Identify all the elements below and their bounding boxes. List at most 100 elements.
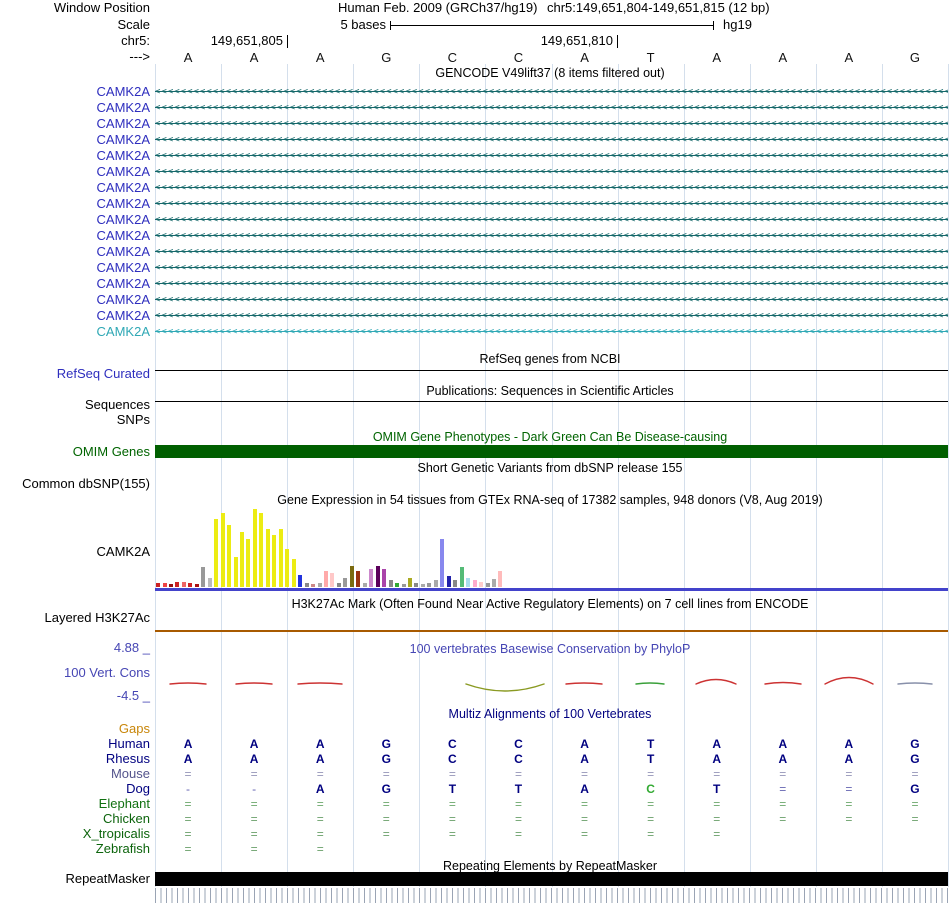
gtex-tissue-bar xyxy=(278,529,283,587)
alignment-cell: T xyxy=(646,737,655,751)
alignment-cell: = xyxy=(448,767,456,781)
gene-label[interactable]: CAMK2A xyxy=(0,85,150,99)
transcript-arrow-line[interactable]: <<<<<<<<<<<<<<<<<<<<<<<<<<<<<<<<<<<<<<<<… xyxy=(155,196,948,212)
scale-bar-right-tick xyxy=(713,21,714,30)
gene-label[interactable]: CAMK2A xyxy=(0,245,150,259)
transcript-arrow-line[interactable]: <<<<<<<<<<<<<<<<<<<<<<<<<<<<<<<<<<<<<<<<… xyxy=(155,228,948,244)
gencode-transcript-row: CAMK2A <<<<<<<<<<<<<<<<<<<<<<<<<<<<<<<<<<… xyxy=(0,276,950,292)
gtex-gene-model-line[interactable] xyxy=(155,588,948,591)
species-label-zebrafish[interactable]: Zebrafish xyxy=(0,842,150,856)
refseq-gene-line[interactable] xyxy=(155,370,948,371)
transcript-arrow-line[interactable]: <<<<<<<<<<<<<<<<<<<<<<<<<<<<<<<<<<<<<<<<… xyxy=(155,260,948,276)
gene-label[interactable]: CAMK2A xyxy=(0,117,150,131)
alignment-cell: = xyxy=(250,767,258,781)
transcript-arrow-line[interactable]: <<<<<<<<<<<<<<<<<<<<<<<<<<<<<<<<<<<<<<<<… xyxy=(155,132,948,148)
gene-label[interactable]: CAMK2A xyxy=(0,261,150,275)
gtex-tissue-bar xyxy=(388,580,393,587)
gtex-tissue-bar xyxy=(395,583,399,587)
sequences-track-label[interactable]: Sequences xyxy=(0,398,150,412)
phylop-mark xyxy=(695,678,737,685)
alignment-cell: A xyxy=(183,752,193,766)
reference-base: A xyxy=(844,50,854,65)
transcript-arrow-line[interactable]: <<<<<<<<<<<<<<<<<<<<<<<<<<<<<<<<<<<<<<<<… xyxy=(155,276,948,292)
snps-track-label[interactable]: SNPs xyxy=(0,413,150,427)
species-label-chicken[interactable]: Chicken xyxy=(0,812,150,826)
transcript-arrow-line[interactable]: <<<<<<<<<<<<<<<<<<<<<<<<<<<<<<<<<<<<<<<<… xyxy=(155,148,948,164)
scale-value: 5 bases xyxy=(340,17,386,32)
omim-gene-bar[interactable] xyxy=(155,445,948,458)
transcript-arrow-line[interactable]: <<<<<<<<<<<<<<<<<<<<<<<<<<<<<<<<<<<<<<<<… xyxy=(155,84,948,100)
transcript-arrow-line[interactable]: <<<<<<<<<<<<<<<<<<<<<<<<<<<<<<<<<<<<<<<<… xyxy=(155,116,948,132)
gtex-tissue-bar xyxy=(362,583,367,587)
alignment-cell: = xyxy=(581,767,589,781)
gene-label[interactable]: CAMK2A xyxy=(0,213,150,227)
alignment-cell: G xyxy=(910,752,920,766)
alignment-cell: A xyxy=(712,752,722,766)
gtex-tissue-bar xyxy=(194,584,199,587)
dbsnp-track-label[interactable]: Common dbSNP(155) xyxy=(0,477,150,491)
omim-track-label[interactable]: OMIM Genes xyxy=(0,445,150,459)
gene-label[interactable]: CAMK2A xyxy=(0,325,150,339)
transcript-arrow-line[interactable]: <<<<<<<<<<<<<<<<<<<<<<<<<<<<<<<<<<<<<<<<… xyxy=(155,324,948,340)
alignment-cell: = xyxy=(184,812,192,826)
assembly-name: Human Feb. 2009 (GRCh37/hg19) xyxy=(338,0,538,15)
gene-label[interactable]: CAMK2A xyxy=(0,197,150,211)
species-label-gaps[interactable]: Gaps xyxy=(0,722,150,736)
transcript-arrow-line[interactable]: <<<<<<<<<<<<<<<<<<<<<<<<<<<<<<<<<<<<<<<<… xyxy=(155,244,948,260)
scale-bar-left-tick xyxy=(390,21,391,30)
gene-label[interactable]: CAMK2A xyxy=(0,293,150,307)
refseq-track-label[interactable]: RefSeq Curated xyxy=(0,367,150,381)
gtex-tissue-bar xyxy=(227,525,232,587)
gtex-tissue-bar xyxy=(453,580,458,587)
alignment-cell: A xyxy=(712,737,722,751)
alignment-cell: = xyxy=(316,827,324,841)
h3k27ac-track-label[interactable]: Layered H3K27Ac xyxy=(0,611,150,625)
gene-label[interactable]: CAMK2A xyxy=(0,149,150,163)
species-label-dog[interactable]: Dog xyxy=(0,782,150,796)
alignment-cell: = xyxy=(581,812,589,826)
gene-label[interactable]: CAMK2A xyxy=(0,165,150,179)
repeatmasker-bar[interactable] xyxy=(155,872,948,886)
gene-label[interactable]: CAMK2A xyxy=(0,181,150,195)
transcript-arrow-line[interactable]: <<<<<<<<<<<<<<<<<<<<<<<<<<<<<<<<<<<<<<<<… xyxy=(155,100,948,116)
transcript-arrow-line[interactable]: <<<<<<<<<<<<<<<<<<<<<<<<<<<<<<<<<<<<<<<<… xyxy=(155,212,948,228)
transcript-arrow-line[interactable]: <<<<<<<<<<<<<<<<<<<<<<<<<<<<<<<<<<<<<<<<… xyxy=(155,164,948,180)
phylop-mark xyxy=(565,682,603,685)
alignment-cell: = xyxy=(184,827,192,841)
gtex-gene-label[interactable]: CAMK2A xyxy=(0,545,150,559)
alignment-cell: = xyxy=(316,767,324,781)
transcript-arrow-line[interactable]: <<<<<<<<<<<<<<<<<<<<<<<<<<<<<<<<<<<<<<<<… xyxy=(155,308,948,324)
transcript-arrow-line[interactable]: <<<<<<<<<<<<<<<<<<<<<<<<<<<<<<<<<<<<<<<<… xyxy=(155,180,948,196)
species-label-x_tropicalis[interactable]: X_tropicalis xyxy=(0,827,150,841)
alignment-cell: = xyxy=(382,827,390,841)
alignment-cell: = xyxy=(514,797,522,811)
gtex-tissue-bar xyxy=(285,549,290,587)
alignment-cell: = xyxy=(514,827,522,841)
chromosome-label: chr5: xyxy=(121,33,150,48)
transcript-arrow-line[interactable]: <<<<<<<<<<<<<<<<<<<<<<<<<<<<<<<<<<<<<<<<… xyxy=(155,292,948,308)
species-label-mouse[interactable]: Mouse xyxy=(0,767,150,781)
phylop-mark xyxy=(824,676,874,685)
gene-label[interactable]: CAMK2A xyxy=(0,229,150,243)
gencode-transcript-row: CAMK2A <<<<<<<<<<<<<<<<<<<<<<<<<<<<<<<<<<… xyxy=(0,244,950,260)
gtex-tissue-bar xyxy=(291,559,296,587)
publications-sequence-line[interactable] xyxy=(155,401,948,402)
gene-label[interactable]: CAMK2A xyxy=(0,133,150,147)
species-label-elephant[interactable]: Elephant xyxy=(0,797,150,811)
h3k27ac-signal-line[interactable] xyxy=(155,630,948,632)
species-label-human[interactable]: Human xyxy=(0,737,150,751)
phylop-conservation-plot[interactable] xyxy=(0,656,950,704)
gene-label[interactable]: CAMK2A xyxy=(0,101,150,115)
gencode-transcript-row: CAMK2A <<<<<<<<<<<<<<<<<<<<<<<<<<<<<<<<<<… xyxy=(0,260,950,276)
alignment-cell: = xyxy=(779,812,787,826)
alignment-cell: G xyxy=(381,737,391,751)
gtex-tissue-bar xyxy=(156,583,160,587)
species-label-rhesus[interactable]: Rhesus xyxy=(0,752,150,766)
gene-label[interactable]: CAMK2A xyxy=(0,277,150,291)
gtex-tissue-bar xyxy=(369,569,374,587)
repeatmasker-track-label[interactable]: RepeatMasker xyxy=(0,872,150,886)
alignment-cell: C xyxy=(448,752,457,766)
ruler-coordinate: 149,651,810 xyxy=(540,33,613,48)
gene-label[interactable]: CAMK2A xyxy=(0,309,150,323)
gtex-tissue-bar xyxy=(298,575,303,587)
